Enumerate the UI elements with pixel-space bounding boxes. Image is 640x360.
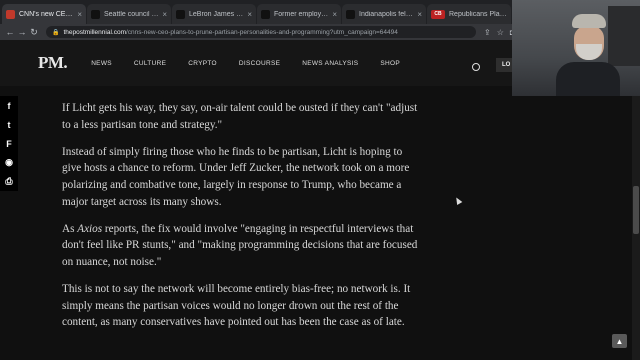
browser-tab-6[interactable]: CB Republicans Planning To ...: [427, 4, 511, 24]
url-host: thepostmillennial.com: [63, 28, 126, 36]
back-to-top-button[interactable]: ▲: [612, 334, 627, 348]
address-bar[interactable]: 🔒 thepostmillennial.com /cnns-new-ceo-pl…: [46, 26, 476, 38]
forward-arrow-icon[interactable]: →: [16, 27, 28, 37]
browser-tab-2[interactable]: Seattle council members st... ×: [87, 4, 171, 24]
nav-item-discourse[interactable]: DISCOURSE: [239, 60, 280, 67]
tab-title: Seattle council members st...: [104, 10, 159, 18]
article-body: If Licht gets his way, they say, on-air …: [62, 100, 424, 342]
article-paragraph: If Licht gets his way, they say, on-air …: [62, 102, 418, 131]
twitter-icon[interactable]: t: [0, 115, 18, 134]
nav-item-culture[interactable]: CULTURE: [134, 60, 166, 67]
article-paragraph: Instead of simply firing those who he fi…: [62, 145, 410, 208]
tab-title: Indianapolis felon sentenc...: [359, 10, 414, 18]
facebook-icon[interactable]: f: [0, 96, 18, 115]
nav-item-news-analysis[interactable]: NEWS ANALYSIS: [302, 60, 358, 67]
tab-title: LeBron James does nothin...: [189, 10, 244, 18]
scrollbar-thumb[interactable]: [633, 186, 639, 234]
print-icon[interactable]: ⎙: [0, 172, 18, 191]
tab-title: Republicans Planning To ...: [449, 10, 507, 18]
chevron-up-icon: ▲: [615, 336, 624, 346]
url-path: /cnns-new-ceo-plans-to-prune-partisan-pe…: [126, 28, 398, 36]
close-tab-icon[interactable]: ×: [417, 10, 422, 19]
site-logo[interactable]: PM.: [38, 53, 68, 73]
nav-item-news[interactable]: NEWS: [91, 60, 112, 67]
pm-favicon-icon: [176, 9, 185, 19]
back-arrow-icon[interactable]: ←: [4, 27, 16, 37]
browser-tab-3[interactable]: LeBron James does nothin... ×: [172, 4, 256, 24]
share-other-icon[interactable]: ◉: [0, 153, 18, 172]
article-paragraph: As Axios reports, the fix would involve …: [62, 222, 418, 268]
tab-title: CNN's new CEO plans to ...: [19, 10, 74, 18]
close-tab-icon[interactable]: ×: [162, 10, 167, 19]
tab-title: Former employee accuses ...: [274, 10, 329, 18]
bookmark-star-icon[interactable]: ☆: [497, 28, 504, 37]
pm-favicon-icon: [261, 9, 270, 19]
site-nav: NEWS CULTURE CRYPTO DISCOURSE NEWS ANALY…: [91, 60, 422, 67]
pm-favicon-icon: [346, 9, 355, 19]
cb-favicon-icon: CB: [431, 9, 445, 19]
flipboard-icon[interactable]: F: [0, 134, 18, 153]
close-tab-icon[interactable]: ×: [247, 10, 252, 19]
publication-name: Axios: [77, 222, 103, 235]
page-scrollbar[interactable]: [632, 86, 640, 360]
lock-icon: 🔒: [52, 29, 60, 36]
share-sidebar: f t F ◉ ⎙: [0, 96, 18, 191]
webcam-overlay: [512, 0, 640, 96]
article-paragraph: This is not to say the network will beco…: [62, 283, 411, 329]
browser-tab-4[interactable]: Former employee accuses ... ×: [257, 4, 341, 24]
reload-icon[interactable]: ↻: [28, 27, 40, 38]
browser-tab-1[interactable]: CNN's new CEO plans to ... ×: [2, 4, 86, 24]
cnn-favicon-icon: [6, 9, 15, 19]
close-tab-icon[interactable]: ×: [332, 10, 337, 19]
close-tab-icon[interactable]: ×: [77, 10, 82, 19]
search-icon[interactable]: [472, 63, 480, 71]
pm-favicon-icon: [91, 9, 100, 19]
nav-item-shop[interactable]: SHOP: [380, 60, 400, 67]
browser-tab-5[interactable]: Indianapolis felon sentenc... ×: [342, 4, 426, 24]
nav-item-crypto[interactable]: CRYPTO: [188, 60, 217, 67]
share-page-icon[interactable]: ⇪: [484, 28, 491, 37]
